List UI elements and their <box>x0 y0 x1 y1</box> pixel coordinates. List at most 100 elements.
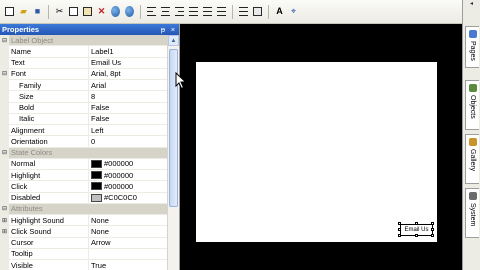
tab-objects[interactable]: Objects <box>465 80 479 130</box>
label-object-text: Email Us <box>404 227 429 233</box>
paste-icon[interactable] <box>82 6 93 17</box>
property-row[interactable]: Cursor Arrow <box>0 237 168 249</box>
property-row[interactable]: Normal #000000 <box>0 158 168 170</box>
close-icon[interactable]: × <box>169 25 177 34</box>
property-row[interactable]: Size 8 <box>0 91 168 103</box>
property-scrollbar[interactable]: ▲ <box>167 35 179 270</box>
resize-handle[interactable] <box>415 222 418 225</box>
color-swatch[interactable] <box>91 182 102 191</box>
cut-icon[interactable]: ✂ <box>54 6 65 17</box>
align-right-icon[interactable] <box>174 6 185 17</box>
save-icon[interactable]: ■ <box>32 6 43 17</box>
property-row[interactable]: Bold False <box>0 102 168 114</box>
property-value[interactable]: False <box>89 103 168 113</box>
property-row[interactable]: Alignment Left <box>0 125 168 137</box>
property-row[interactable]: Text Email Us <box>0 57 168 69</box>
property-value[interactable]: None <box>89 226 168 236</box>
collapse-icon[interactable]: ⊟ <box>0 203 9 214</box>
distribute-icon[interactable] <box>238 6 249 17</box>
property-row[interactable]: Visible True <box>0 260 168 270</box>
property-value[interactable]: None <box>89 215 168 225</box>
property-row[interactable]: Click #000000 <box>0 181 168 193</box>
resize-handle[interactable] <box>398 228 401 231</box>
property-row[interactable]: Tooltip <box>0 248 168 260</box>
expand-icon[interactable]: ⊞ <box>0 215 9 226</box>
property-row[interactable]: Italic False <box>0 113 168 125</box>
property-category[interactable]: ⊟ State Colors <box>0 147 168 159</box>
align-top-icon[interactable] <box>188 6 199 17</box>
property-name: Alignment <box>9 125 89 136</box>
property-row[interactable]: Family Arial <box>0 80 168 92</box>
property-value[interactable]: Email Us <box>89 58 168 68</box>
property-value[interactable]: Arrow <box>89 238 168 248</box>
preview-icon[interactable] <box>110 6 121 17</box>
expand-icon[interactable]: ⊞ <box>0 226 9 237</box>
property-category[interactable]: ⊟ Attributes <box>0 203 168 215</box>
resize-handle[interactable] <box>431 228 434 231</box>
property-value[interactable]: #000000 <box>89 181 168 191</box>
property-value[interactable]: 0 <box>89 136 168 146</box>
row-gutter <box>0 80 9 91</box>
property-value-text: 8 <box>91 91 96 101</box>
property-value[interactable]: False <box>89 114 168 124</box>
property-value[interactable]: Label1 <box>89 46 168 56</box>
tab-label: Objects <box>469 95 476 119</box>
property-name: Bold <box>9 102 89 113</box>
mouse-cursor-icon <box>175 72 187 90</box>
row-gutter <box>0 46 9 57</box>
collapse-icon[interactable]: ⊟ <box>0 147 9 158</box>
run-icon[interactable] <box>124 6 135 17</box>
property-row[interactable]: Disabled #C0C0C0 <box>0 192 168 204</box>
property-row[interactable]: ⊞ Click Sound None <box>0 226 168 238</box>
property-value[interactable]: Left <box>89 125 168 135</box>
property-row[interactable]: ⊞ Highlight Sound None <box>0 215 168 227</box>
resize-handle[interactable] <box>415 234 418 237</box>
tab-scroll-icon[interactable]: ◂ <box>463 0 480 8</box>
new-icon[interactable] <box>4 6 15 17</box>
open-icon[interactable]: ▰ <box>18 6 29 17</box>
property-value-text: 0 <box>91 136 96 146</box>
font-icon[interactable]: ⌖ <box>288 6 299 17</box>
property-value[interactable]: #C0C0C0 <box>89 193 168 203</box>
delete-icon[interactable]: ✕ <box>96 6 107 17</box>
tab-system[interactable]: System <box>465 188 479 238</box>
property-value[interactable]: #000000 <box>89 159 168 169</box>
property-value[interactable] <box>89 249 168 259</box>
row-gutter <box>0 125 9 136</box>
copy-icon[interactable] <box>68 6 79 17</box>
align-left-icon[interactable] <box>146 6 157 17</box>
property-value[interactable]: True <box>89 260 168 270</box>
tab-gallery[interactable]: Gallery <box>465 134 479 184</box>
property-row[interactable]: Highlight #000000 <box>0 170 168 182</box>
property-value[interactable]: #000000 <box>89 170 168 180</box>
tab-pages[interactable]: Pages <box>465 26 479 68</box>
align-bottom-icon[interactable] <box>216 6 227 17</box>
resize-handle[interactable] <box>431 222 434 225</box>
color-swatch[interactable] <box>91 193 102 202</box>
collapse-icon[interactable]: ⊟ <box>0 35 9 46</box>
property-row[interactable]: Name Label1 <box>0 46 168 58</box>
panel-title: Properties <box>2 25 40 34</box>
align-center-icon[interactable] <box>160 6 171 17</box>
row-gutter <box>0 91 9 102</box>
property-value-text: Arial, 8pt <box>91 69 121 79</box>
property-value[interactable]: Arial, 8pt <box>89 69 168 79</box>
property-value[interactable]: 8 <box>89 91 168 101</box>
scroll-up-icon[interactable]: ▲ <box>168 35 179 46</box>
pin-icon[interactable]: ᵽ <box>159 25 167 34</box>
resize-handle[interactable] <box>431 234 434 237</box>
property-row[interactable]: ⊟ Font Arial, 8pt <box>0 68 168 80</box>
property-category[interactable]: ⊟ Label Object <box>0 35 168 47</box>
resize-handle[interactable] <box>398 234 401 237</box>
text-color-icon[interactable]: A <box>274 6 285 17</box>
design-canvas[interactable]: Email Us <box>196 62 437 242</box>
property-value[interactable]: Arial <box>89 80 168 90</box>
grid-icon[interactable] <box>252 6 263 17</box>
expand-icon[interactable]: ⊟ <box>0 68 9 79</box>
row-gutter <box>0 237 9 248</box>
property-row[interactable]: Orientation 0 <box>0 136 168 148</box>
color-swatch[interactable] <box>91 159 102 168</box>
color-swatch[interactable] <box>91 171 102 180</box>
align-middle-icon[interactable] <box>202 6 213 17</box>
resize-handle[interactable] <box>398 222 401 225</box>
